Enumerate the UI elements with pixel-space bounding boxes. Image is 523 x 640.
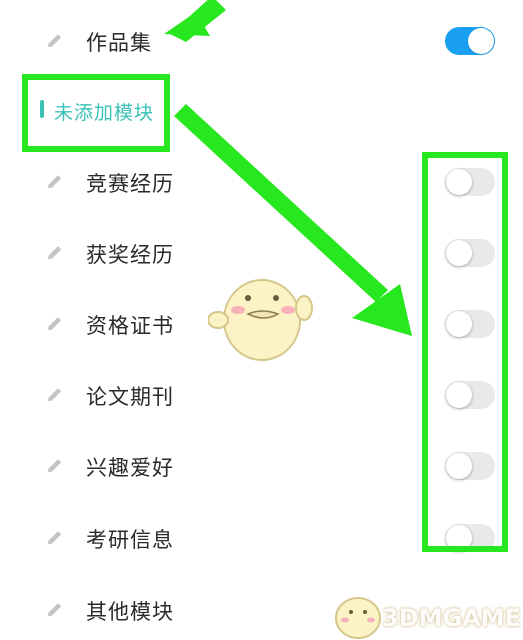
mascot-sticker (208, 279, 313, 361)
watermark-logo-icon (335, 597, 381, 639)
watermark-text: 3DMGAME (382, 604, 522, 632)
